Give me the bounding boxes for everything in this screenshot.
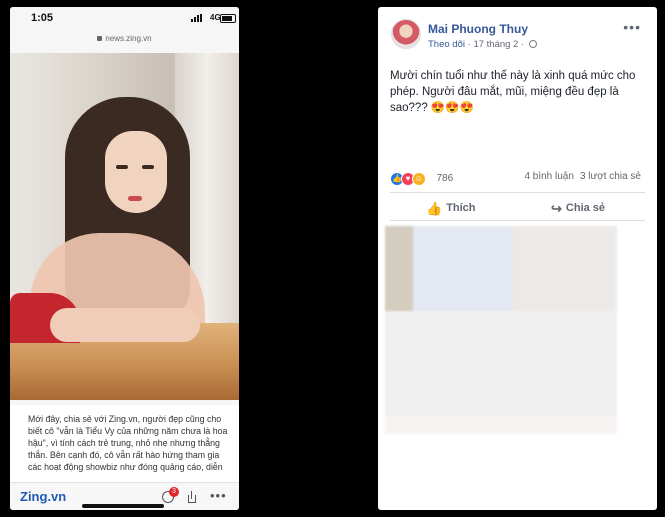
more-icon[interactable]: ••• xyxy=(210,489,226,503)
post-date[interactable]: 17 tháng 2 xyxy=(473,39,518,50)
share-count[interactable]: 3 lượt chia sẻ xyxy=(580,171,641,182)
divider-bottom xyxy=(390,220,645,221)
arm-shape xyxy=(50,308,200,342)
divider-top xyxy=(390,192,645,193)
post-author[interactable]: Mai Phuong Thuy xyxy=(428,22,528,36)
blur-block xyxy=(385,311,617,416)
engagement-counts: 4 bình luận 3 lượt chia sẻ xyxy=(524,171,641,182)
battery-icon xyxy=(220,14,236,23)
phone-screenshot: 1:05 4G news.zing.vn Mới đây, chia sẻ vớ… xyxy=(10,7,239,510)
globe-icon xyxy=(528,40,537,48)
status-bar: 1:05 4G xyxy=(10,7,239,29)
zing-logo[interactable]: Zing.vn xyxy=(20,489,66,504)
follow-link[interactable]: Theo dõi xyxy=(428,39,465,50)
haha-reaction-icon: ☺ xyxy=(412,171,426,186)
post-options-button[interactable]: ••• xyxy=(623,19,641,35)
bottom-toolbar: Zing.vn 3 ••• xyxy=(10,482,239,510)
reaction-summary[interactable]: 👍 ♥ ☺ 786 xyxy=(390,170,454,186)
share-icon[interactable] xyxy=(186,491,198,503)
eye-right xyxy=(142,165,154,169)
article-photo xyxy=(10,53,239,400)
share-label: Chia sẻ xyxy=(565,202,606,214)
lock-icon xyxy=(97,36,103,42)
comment-count[interactable]: 4 bình luận xyxy=(524,171,574,182)
zing-brand: Zing xyxy=(20,489,48,504)
status-time: 1:05 xyxy=(31,12,54,24)
blurred-content xyxy=(385,226,617,434)
facebook-post: Mai Phuong Thuy Theo dõi · 17 tháng 2 · … xyxy=(378,7,657,510)
url-text: news.zing.vn xyxy=(105,34,152,43)
thumbs-up-icon: 👍 xyxy=(426,201,443,216)
lips xyxy=(128,196,142,201)
url-bar[interactable]: news.zing.vn xyxy=(10,29,239,49)
blur-block xyxy=(413,226,513,311)
blur-block xyxy=(385,416,617,434)
like-button[interactable]: 👍 Thích xyxy=(426,201,476,217)
zing-suffix: .vn xyxy=(47,489,67,504)
reaction-count: 786 xyxy=(436,173,454,185)
share-arrow-icon: ↪ xyxy=(551,201,562,216)
meta-separator-2: · xyxy=(520,39,527,50)
share-button[interactable]: ↪ Chia sẻ xyxy=(551,201,605,217)
eye-left xyxy=(116,165,128,169)
post-text: Mười chín tuổi như thế này là xinh quá m… xyxy=(390,70,636,114)
comment-badge: 3 xyxy=(169,487,179,497)
avatar[interactable] xyxy=(391,19,421,49)
home-indicator xyxy=(82,504,164,508)
post-meta: Theo dõi · 17 tháng 2 · xyxy=(428,39,537,50)
signal-icon xyxy=(191,14,205,22)
blur-block xyxy=(513,226,613,311)
like-label: Thích xyxy=(446,202,476,214)
article-text: Mới đây, chia sẻ với Zing.vn, người đẹp … xyxy=(10,405,239,485)
